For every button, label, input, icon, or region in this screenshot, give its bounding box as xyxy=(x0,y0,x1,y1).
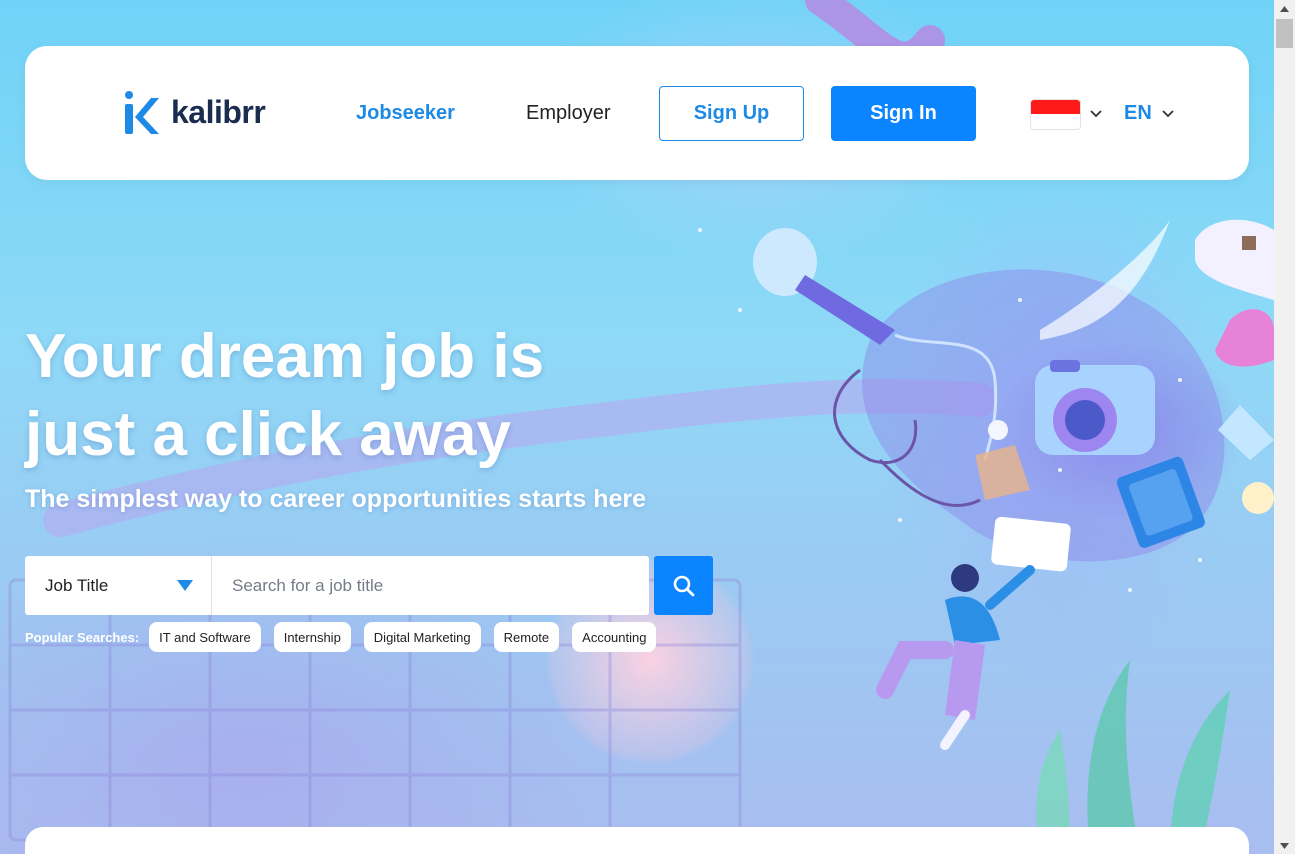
popular-searches-label: Popular Searches: xyxy=(25,629,140,645)
search-type-dropdown[interactable]: Job Title xyxy=(25,556,212,615)
scroll-up-arrow-icon[interactable] xyxy=(1274,0,1295,17)
top-navigation-bar: kalibrr Jobseeker Employer Sign Up Sign … xyxy=(25,46,1249,180)
kalibrr-logo-icon xyxy=(125,91,159,134)
job-search-bar: Job Title xyxy=(25,556,649,615)
search-icon xyxy=(673,575,694,596)
chevron-down-icon xyxy=(1090,110,1102,118)
scroll-down-arrow-icon[interactable] xyxy=(1274,837,1295,854)
hero-title: Your dream job is just a click away xyxy=(25,318,645,474)
nav-jobseeker-link[interactable]: Jobseeker xyxy=(356,102,455,125)
popular-search-chip[interactable]: Internship xyxy=(273,622,351,652)
popular-search-chip[interactable]: Remote xyxy=(493,622,560,652)
search-type-label: Job Title xyxy=(45,575,109,595)
kalibrr-logo[interactable]: kalibrr xyxy=(125,90,266,134)
popular-search-chip[interactable]: Accounting xyxy=(572,622,657,652)
sign-in-button[interactable]: Sign In xyxy=(831,86,976,141)
popular-searches: Popular Searches: IT and Software Intern… xyxy=(25,622,669,652)
content-card xyxy=(25,827,1249,854)
nav-employer-link[interactable]: Employer xyxy=(526,102,610,125)
page-scrollbar[interactable] xyxy=(1274,0,1295,854)
hero-subtitle: The simplest way to career opportunities… xyxy=(25,485,647,513)
language-selector[interactable]: EN xyxy=(1124,102,1174,125)
language-label: EN xyxy=(1124,102,1152,124)
chevron-down-icon xyxy=(1162,109,1174,117)
caret-down-icon xyxy=(177,580,193,591)
search-button[interactable] xyxy=(654,556,713,615)
job-search-input[interactable] xyxy=(212,556,649,615)
indonesia-flag-icon xyxy=(1031,99,1080,129)
popular-search-chip[interactable]: IT and Software xyxy=(149,622,261,652)
brand-name: kalibrr xyxy=(171,94,266,130)
sign-up-button[interactable]: Sign Up xyxy=(659,86,804,141)
popular-search-chip[interactable]: Digital Marketing xyxy=(363,622,481,652)
scrollbar-thumb[interactable] xyxy=(1276,19,1293,48)
hero-title-line-2: just a click away xyxy=(25,400,511,469)
country-selector[interactable] xyxy=(1031,99,1102,129)
hero-title-line-1: Your dream job is xyxy=(25,322,545,391)
